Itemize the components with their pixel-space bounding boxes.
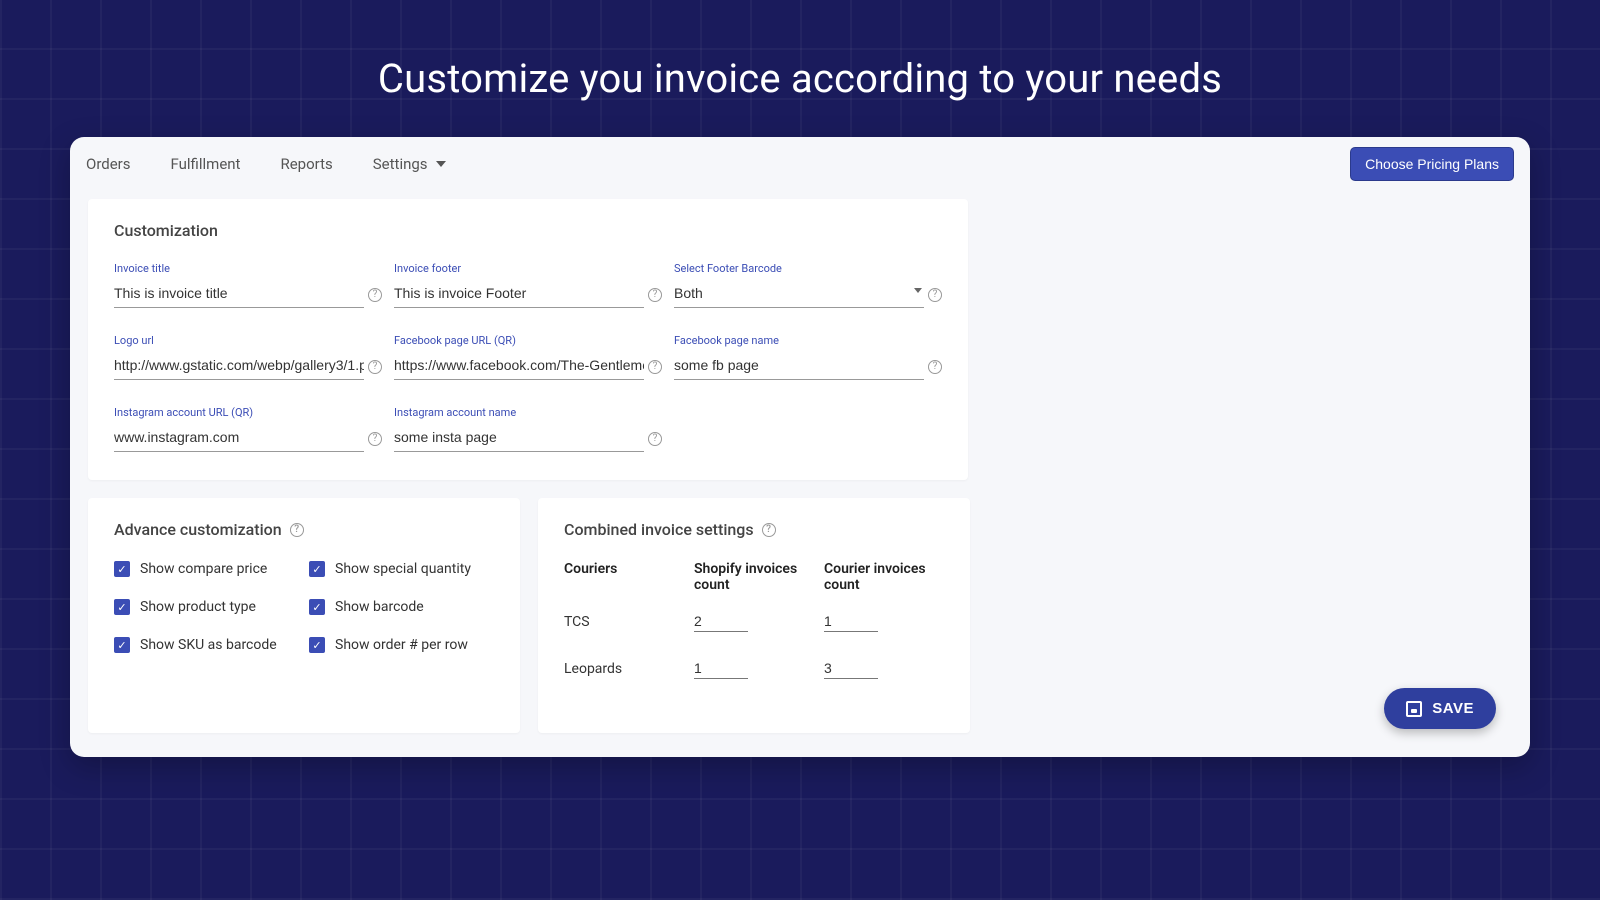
check-order-per-row[interactable]: ✓ Show order # per row [309,637,494,653]
input-fb-name[interactable] [674,351,924,380]
help-icon[interactable]: ? [368,360,382,374]
advance-title: Advance customization ? [114,520,494,539]
check-special-quantity[interactable]: ✓ Show special quantity [309,561,494,577]
input-fb-url[interactable] [394,351,644,380]
help-icon[interactable]: ? [928,288,942,302]
checkbox-icon: ✓ [114,599,130,615]
save-button[interactable]: SAVE [1384,688,1496,729]
select-footer-barcode[interactable] [674,279,924,308]
label-insta-url: Instagram account URL (QR) [114,406,364,419]
field-footer-barcode: Select Footer Barcode ? [674,262,924,308]
label-invoice-footer: Invoice footer [394,262,644,275]
field-grid: Invoice title ? Invoice footer ? Select … [114,262,942,452]
nav-settings[interactable]: Settings [373,155,446,173]
field-invoice-title: Invoice title ? [114,262,364,308]
input-courier-count[interactable] [824,611,878,632]
save-icon [1406,701,1422,717]
help-icon[interactable]: ? [368,288,382,302]
checkbox-icon: ✓ [114,637,130,653]
nav-fulfillment[interactable]: Fulfillment [171,155,241,173]
input-invoice-footer[interactable] [394,279,644,308]
help-icon[interactable]: ? [290,523,304,537]
table-row: Leopards [564,658,944,679]
checks-grid: ✓ Show compare price ✓ Show special quan… [114,561,494,653]
chevron-down-icon [436,161,446,167]
check-product-type[interactable]: ✓ Show product type [114,599,299,615]
courier-name: Leopards [564,661,694,677]
help-icon[interactable]: ? [648,360,662,374]
help-icon[interactable]: ? [648,432,662,446]
check-compare-price[interactable]: ✓ Show compare price [114,561,299,577]
app-window: Orders Fulfillment Reports Settings Choo… [70,137,1530,757]
content: Customization Invoice title ? Invoice fo… [70,189,1530,753]
customization-card: Customization Invoice title ? Invoice fo… [88,199,968,480]
combined-card: Combined invoice settings ? Couriers Sho… [538,498,970,733]
label-fb-url: Facebook page URL (QR) [394,334,644,347]
input-invoice-title[interactable] [114,279,364,308]
table-row: TCS [564,611,944,632]
advance-title-text: Advance customization [114,520,282,539]
check-label: Show SKU as barcode [140,637,277,653]
field-logo-url: Logo url ? [114,334,364,380]
field-fb-name: Facebook page name ? [674,334,924,380]
label-logo-url: Logo url [114,334,364,347]
input-insta-url[interactable] [114,423,364,452]
input-courier-count[interactable] [824,658,878,679]
check-label: Show product type [140,599,256,615]
nav-orders[interactable]: Orders [86,155,131,173]
save-label: SAVE [1432,700,1474,717]
input-shopify-count[interactable] [694,611,748,632]
field-fb-url: Facebook page URL (QR) ? [394,334,644,380]
nav-reports[interactable]: Reports [280,155,332,173]
row-two-cards: Advance customization ? ✓ Show compare p… [88,498,968,733]
checkbox-icon: ✓ [309,561,325,577]
input-logo-url[interactable] [114,351,364,380]
combined-title: Combined invoice settings ? [564,520,944,539]
check-barcode[interactable]: ✓ Show barcode [309,599,494,615]
advance-card: Advance customization ? ✓ Show compare p… [88,498,520,733]
input-shopify-count[interactable] [694,658,748,679]
check-label: Show order # per row [335,637,468,653]
field-insta-name: Instagram account name ? [394,406,644,452]
th-courier: Courier invoices count [824,561,954,593]
check-sku-barcode[interactable]: ✓ Show SKU as barcode [114,637,299,653]
choose-pricing-button[interactable]: Choose Pricing Plans [1350,147,1514,181]
checkbox-icon: ✓ [114,561,130,577]
field-invoice-footer: Invoice footer ? [394,262,644,308]
topbar: Orders Fulfillment Reports Settings Choo… [70,137,1530,189]
check-label: Show compare price [140,561,267,577]
nav-settings-label: Settings [373,155,428,173]
help-icon[interactable]: ? [648,288,662,302]
th-shopify: Shopify invoices count [694,561,824,593]
customization-title: Customization [114,221,942,240]
label-invoice-title: Invoice title [114,262,364,275]
checkbox-icon: ✓ [309,599,325,615]
page-heading: Customize you invoice according to your … [0,0,1600,137]
combined-title-text: Combined invoice settings [564,520,754,539]
help-icon[interactable]: ? [762,523,776,537]
check-label: Show special quantity [335,561,471,577]
check-label: Show barcode [335,599,424,615]
field-insta-url: Instagram account URL (QR) ? [114,406,364,452]
checkbox-icon: ✓ [309,637,325,653]
chevron-down-icon [914,288,922,293]
table-head: Couriers Shopify invoices count Courier … [564,561,944,593]
help-icon[interactable]: ? [928,360,942,374]
nav-items: Orders Fulfillment Reports Settings [86,155,446,173]
th-couriers: Couriers [564,561,694,593]
help-icon[interactable]: ? [368,432,382,446]
input-insta-name[interactable] [394,423,644,452]
label-insta-name: Instagram account name [394,406,644,419]
label-fb-name: Facebook page name [674,334,924,347]
label-footer-barcode: Select Footer Barcode [674,262,924,275]
courier-name: TCS [564,614,694,630]
